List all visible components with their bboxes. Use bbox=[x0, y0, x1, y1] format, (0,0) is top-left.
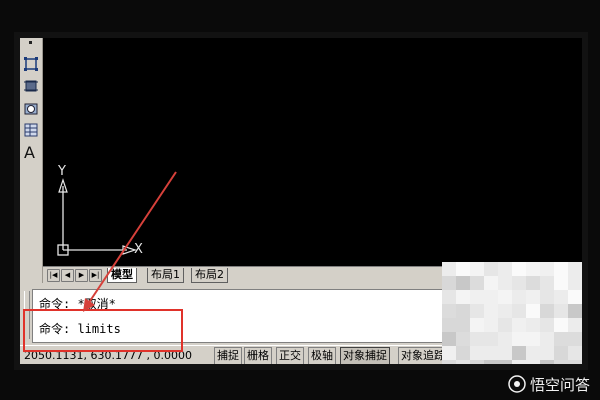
grid-toggle[interactable]: 栅格 bbox=[244, 347, 272, 364]
tab-layout2[interactable]: 布局2 bbox=[191, 268, 228, 283]
polar-toggle[interactable]: 极轴 bbox=[308, 347, 336, 364]
ucs-x-label: X bbox=[134, 242, 143, 257]
ortho-toggle[interactable]: 正交 bbox=[276, 347, 304, 364]
tab-prev-button[interactable]: ◀ bbox=[61, 269, 74, 282]
tab-model[interactable]: 模型 bbox=[107, 268, 137, 283]
region-tool-icon[interactable] bbox=[23, 100, 39, 116]
watermark-logo-icon bbox=[508, 375, 526, 393]
ucs-icon bbox=[57, 178, 137, 256]
text-tool-icon[interactable]: A bbox=[24, 144, 40, 162]
table-tool-icon[interactable] bbox=[23, 122, 39, 138]
watermark-text: 悟空问答 bbox=[529, 375, 590, 394]
blurred-region bbox=[442, 262, 582, 364]
draw-toolbar: A bbox=[20, 38, 43, 283]
block-tool-icon[interactable] bbox=[23, 78, 39, 94]
tab-layout1[interactable]: 布局1 bbox=[147, 268, 184, 283]
osnap-toggle[interactable]: 对象捕捉 bbox=[340, 347, 390, 364]
rectangle-tool-icon[interactable] bbox=[23, 56, 39, 72]
ucs-y-label: Y bbox=[58, 164, 66, 179]
watermark: 悟空问答 bbox=[508, 374, 590, 394]
point-tool-icon[interactable] bbox=[29, 41, 32, 44]
drawing-canvas[interactable]: Y X bbox=[43, 38, 582, 266]
tab-first-button[interactable]: |◀ bbox=[47, 269, 60, 282]
highlight-box bbox=[23, 309, 183, 352]
snap-toggle[interactable]: 捕捉 bbox=[214, 347, 242, 364]
tab-next-button[interactable]: ▶ bbox=[75, 269, 88, 282]
otrack-toggle[interactable]: 对象追踪 bbox=[398, 347, 448, 364]
tab-last-button[interactable]: ▶| bbox=[89, 269, 102, 282]
